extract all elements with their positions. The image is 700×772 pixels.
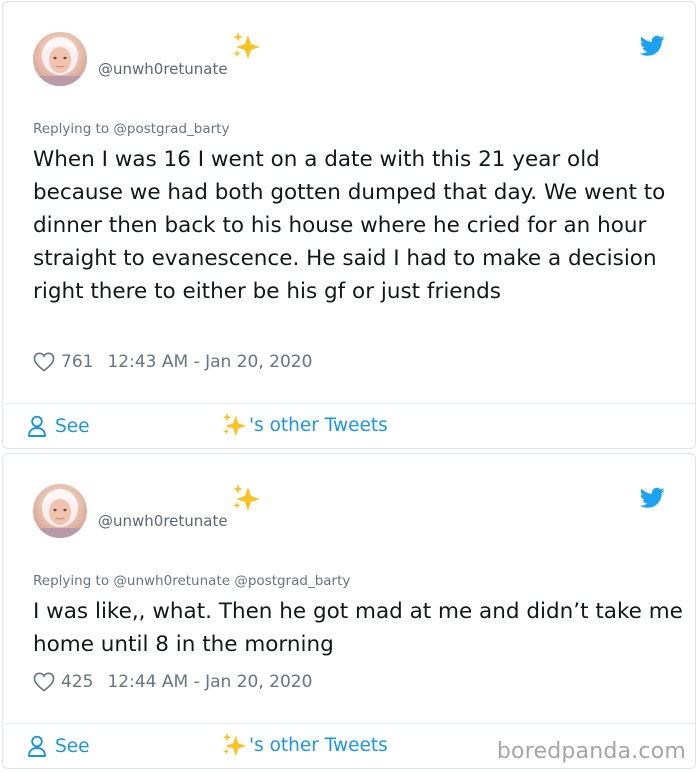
divider (3, 403, 695, 404)
heart-icon[interactable] (33, 352, 55, 372)
other-tweets-label: 's other Tweets (249, 734, 388, 756)
reply-prefix: Replying to (33, 573, 110, 589)
see-label: See (55, 415, 90, 437)
user-handle[interactable]: @unwh0retunate (98, 512, 228, 530)
like-count: 761 (61, 352, 94, 372)
sparkles-icon (222, 732, 247, 757)
tweet-text: When I was 16 I went on a date with this… (33, 147, 666, 304)
person-icon (28, 735, 46, 757)
tweet-card: @unwh0retunate Replying to @postgrad_bar… (2, 1, 696, 449)
sparkles-icon (233, 484, 260, 511)
tweet-meta: 761 12:43 AM - Jan 20, 2020 (33, 352, 312, 372)
timestamp[interactable]: 12:44 AM - Jan 20, 2020 (107, 672, 312, 692)
reply-context: Replying to @unwh0retunate @postgrad_bar… (33, 573, 350, 589)
person-icon (28, 415, 46, 437)
see-label: See (55, 735, 90, 757)
avatar[interactable] (33, 484, 87, 538)
heart-icon[interactable] (33, 672, 55, 692)
reply-prefix: Replying to (33, 121, 110, 137)
sparkles-icon (233, 32, 260, 59)
reply-to-link[interactable]: @postgrad_barty (113, 121, 229, 137)
user-handle[interactable]: @unwh0retunate (98, 60, 228, 78)
sparkles-icon (222, 412, 247, 437)
timestamp[interactable]: 12:43 AM - Jan 20, 2020 (107, 352, 312, 372)
tweet-text: I was like,, what. Then he got mad at me… (33, 599, 683, 657)
tweet-card: @unwh0retunate Replying to @unwh0retunat… (2, 453, 696, 769)
twitter-bird-icon[interactable] (640, 487, 665, 509)
reply-to-link[interactable]: @unwh0retunate @postgrad_barty (113, 573, 350, 589)
other-tweets-link[interactable]: 's other Tweets (221, 412, 388, 438)
other-tweets-link[interactable]: 's other Tweets (221, 732, 388, 758)
reply-context: Replying to @postgrad_barty (33, 121, 229, 137)
see-profile-link[interactable]: See (27, 735, 90, 757)
twitter-bird-icon[interactable] (640, 35, 665, 57)
see-profile-link[interactable]: See (27, 415, 90, 437)
watermark: boredpanda.com (496, 739, 686, 764)
tweet-meta: 425 12:44 AM - Jan 20, 2020 (33, 672, 312, 692)
like-count: 425 (61, 672, 94, 692)
other-tweets-label: 's other Tweets (249, 414, 388, 436)
avatar[interactable] (33, 32, 87, 86)
divider (3, 723, 695, 724)
